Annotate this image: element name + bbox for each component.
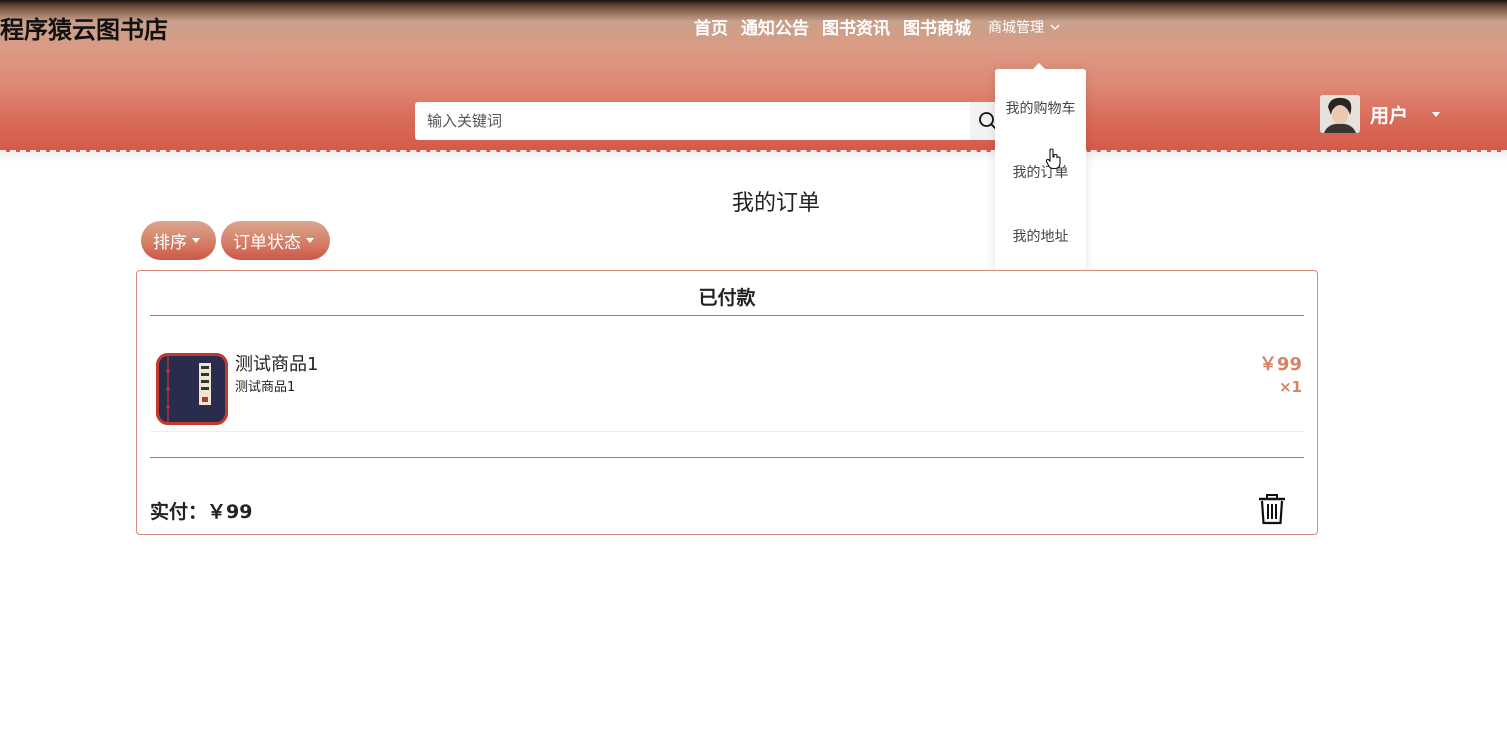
user-menu[interactable]: 用户 [1320,95,1441,133]
product-quantity: ×1 [1278,378,1302,396]
order-card: 已付款 测试商品1 测试商品1 ￥99 ×1 实付：￥99 [136,270,1318,535]
search-box [415,102,1015,140]
nav-mall-manage[interactable]: 商城管理 [988,17,1060,37]
caret-down-icon [1432,111,1441,117]
user-avatar-image [1320,95,1360,133]
product-price: ￥99 [1258,354,1302,375]
site-logo[interactable]: 程序猿云图书店 [0,10,168,45]
avatar[interactable] [1320,95,1360,133]
divider [150,457,1304,458]
mall-manage-dropdown: 我的购物车 我的订单 我的地址 [995,63,1086,271]
menu-item-cart[interactable]: 我的购物车 [995,98,1086,118]
header: 程序猿云图书店 首页 通知公告 图书资讯 图书商城 商城管理 输入关键词 用户 [0,0,1507,162]
order-status-filter-button[interactable]: 订单状态 [221,221,330,260]
amount-paid: 实付：￥99 [150,501,253,523]
nav-notices[interactable]: 通知公告 [741,14,809,39]
order-item-row[interactable]: 测试商品1 测试商品1 ￥99 ×1 [150,315,1304,432]
main-nav: 首页 通知公告 图书资讯 图书商城 商城管理 [694,14,1060,39]
nav-mall-manage-label: 商城管理 [988,19,1044,36]
order-status-filter-label: 订单状态 [233,233,301,253]
order-status: 已付款 [698,287,756,309]
product-image[interactable] [156,353,228,425]
sort-filter-label: 排序 [153,233,187,253]
product-name[interactable]: 测试商品1 [235,350,318,376]
nav-book-mall[interactable]: 图书商城 [903,14,971,39]
book-cover-image [156,353,228,425]
caret-down-icon [306,238,314,243]
nav-book-news[interactable]: 图书资讯 [822,14,890,39]
caret-down-icon [192,238,200,243]
product-description: 测试商品1 [235,380,296,395]
user-name: 用户 [1370,104,1409,127]
menu-item-address[interactable]: 我的地址 [995,226,1086,246]
sort-filter-button[interactable]: 排序 [141,221,216,260]
page-title: 我的订单 [731,191,820,216]
menu-item-orders[interactable]: 我的订单 [995,162,1086,182]
hand-cursor-icon [1045,148,1061,170]
chevron-down-icon [1050,24,1060,30]
search-input[interactable] [415,102,970,140]
trash-icon[interactable] [1257,493,1287,525]
header-divider [0,150,1507,152]
nav-home[interactable]: 首页 [694,14,728,39]
